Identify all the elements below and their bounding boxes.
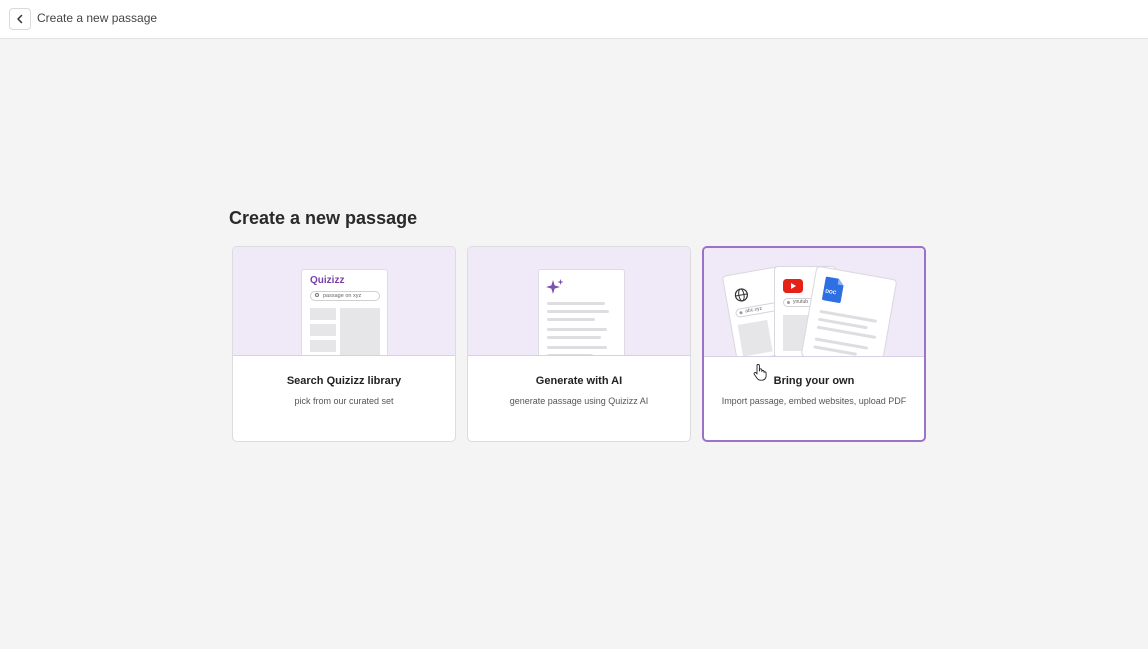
search-library-card[interactable]: Quizizz passage on xyz Search Quizizz li… [232, 246, 456, 442]
file-doc-mock: DOC [800, 265, 898, 356]
globe-icon [734, 288, 749, 302]
quizizz-logo: Quizizz [310, 275, 345, 286]
ai-mock-document [538, 269, 625, 355]
section-heading: Create a new passage [229, 208, 418, 228]
ai-illustration [468, 247, 690, 356]
card-subtitle: Import passage, embed websites, upload P… [721, 396, 907, 406]
byo-illustration: abc.xyz youtub DOC [704, 248, 924, 357]
card-subtitle: generate passage using Quizizz AI [509, 396, 649, 406]
card-subtitle: pick from our curated set [294, 396, 394, 406]
library-mock-window: Quizizz passage on xyz [301, 269, 388, 355]
library-illustration: Quizizz passage on xyz [233, 247, 455, 356]
page-title: Create a new passage [37, 11, 158, 25]
mock-search-placeholder: passage on xyz [323, 293, 362, 299]
hand-cursor-icon [753, 364, 767, 381]
website-url-pill: abc.xyz [734, 301, 780, 319]
sparkle-icon [546, 279, 564, 294]
top-bar: Create a new passage [0, 0, 1148, 39]
search-icon [315, 293, 319, 297]
back-button[interactable] [9, 8, 31, 30]
chevron-left-icon [17, 14, 23, 24]
youtube-icon [783, 279, 803, 293]
card-title: Search Quizizz library [286, 375, 402, 387]
generate-ai-card[interactable]: Generate with AI generate passage using … [467, 246, 691, 442]
card-title: Generate with AI [535, 375, 623, 387]
mock-search-bar: passage on xyz [310, 291, 380, 301]
bring-your-own-card[interactable]: abc.xyz youtub DOC Bring your own Import… [702, 246, 926, 442]
card-title: Bring your own [773, 375, 855, 387]
